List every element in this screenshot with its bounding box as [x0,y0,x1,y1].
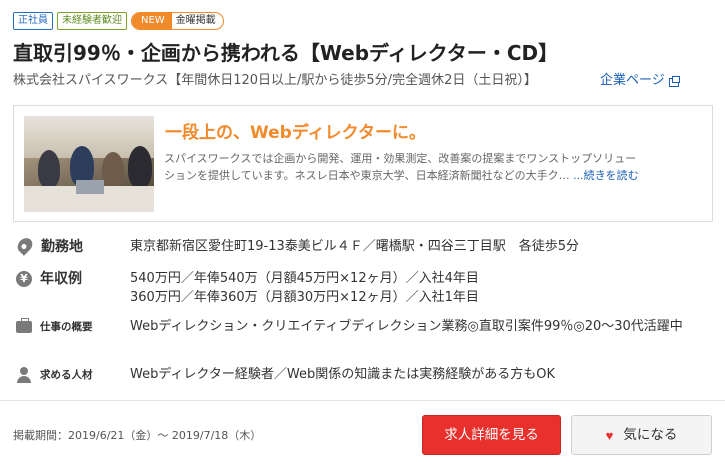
promo-box[interactable]: 一段上の、Webディレクターに。 スパイスワークスでは企画から開発、運用・効果測… [13,105,713,222]
new-label: NEW [132,13,172,29]
salary-label: 年収例 [40,271,82,287]
posting-period: 掲載期間：2019/6/21（金）〜 2019/7/18（木） [13,429,262,442]
company-name: 株式会社スパイスワークス【年間休日120日以上/駅から徒歩5分/完全週休2日（土… [13,73,537,88]
read-more-link[interactable]: ...続きを読む [573,169,639,182]
company-page-link-label: 企業ページ [600,73,665,88]
location-label: 勤務地 [41,239,83,255]
job-summary-row: 仕事の概要 Webディレクション・クリエイティブディレクション業務◎直取引案件9… [16,317,683,337]
salary-example-2: 360万円／年俸360万（月額30万円×12ヶ月）／入社1年目 [130,290,479,305]
employment-type-tag: 正社員 [13,12,53,30]
company-page-link[interactable]: 企業ページ [600,72,680,90]
promo-text-line-2: ションを提供しています。ネスレ日本や東京大学、日本経済新聞社などの大手ク… [164,169,570,182]
promo-description: スパイスワークスでは企画から開発、運用・効果測定、改善案の提案までワンストップソ… [164,150,704,184]
person-icon [16,367,32,383]
external-link-icon [668,75,680,87]
location-row: 勤務地 東京都新宿区愛住町19-13泰美ビル４Ｆ／曙橋駅・四谷三丁目駅 各徒歩5… [14,235,579,257]
job-summary-label: 仕事の概要 [40,321,93,333]
promo-heading: 一段上の、Webディレクターに。 [165,123,426,143]
tag-list: 正社員 未経験者歓迎 NEW 金曜掲載 [13,12,224,30]
requirements-label: 求める人材 [40,369,93,381]
briefcase-icon [16,318,32,333]
favorite-button[interactable]: ♥ 気になる [571,415,712,455]
job-summary-value: Webディレクション・クリエイティブディレクション業務◎直取引案件99％◎20〜… [130,319,683,334]
heart-icon: ♥ [605,427,614,443]
footer-divider [0,400,725,401]
inexperienced-welcome-tag: 未経験者歓迎 [57,12,127,30]
requirements-row: 求める人材 Webディレクター経験者／Web関係の知識または実務経験がある方もO… [16,365,555,385]
location-value: 東京都新宿区愛住町19-13泰美ビル４Ｆ／曙橋駅・四谷三丁目駅 各徒歩5分 [130,239,580,254]
job-title[interactable]: 直取引99％・企画から携われる【Webディレクター・CD】 [13,40,713,66]
favorite-button-label: 気になる [623,427,678,442]
promo-text-line-1: スパイスワークスでは企画から開発、運用・効果測定、改善案の提案までワンストップソ… [164,152,637,165]
new-posting-tag: NEW 金曜掲載 [131,12,224,30]
requirements-value: Webディレクター経験者／Web関係の知識または実務経験がある方もOK [130,367,556,382]
promo-photo [24,116,154,212]
salary-example-1: 540万円／年俸540万（月額45万円×12ヶ月）／入社4年目 [130,271,479,286]
salary-value: 540万円／年俸540万（月額45万円×12ヶ月）／入社4年目 360万円／年俸… [130,269,710,307]
yen-icon: ¥ [16,271,32,287]
posting-day-label: 金曜掲載 [175,15,216,26]
view-job-details-button[interactable]: 求人詳細を見る [422,415,561,455]
salary-row: ¥ 年収例 540万円／年俸540万（月額45万円×12ヶ月）／入社4年目 36… [16,269,479,305]
